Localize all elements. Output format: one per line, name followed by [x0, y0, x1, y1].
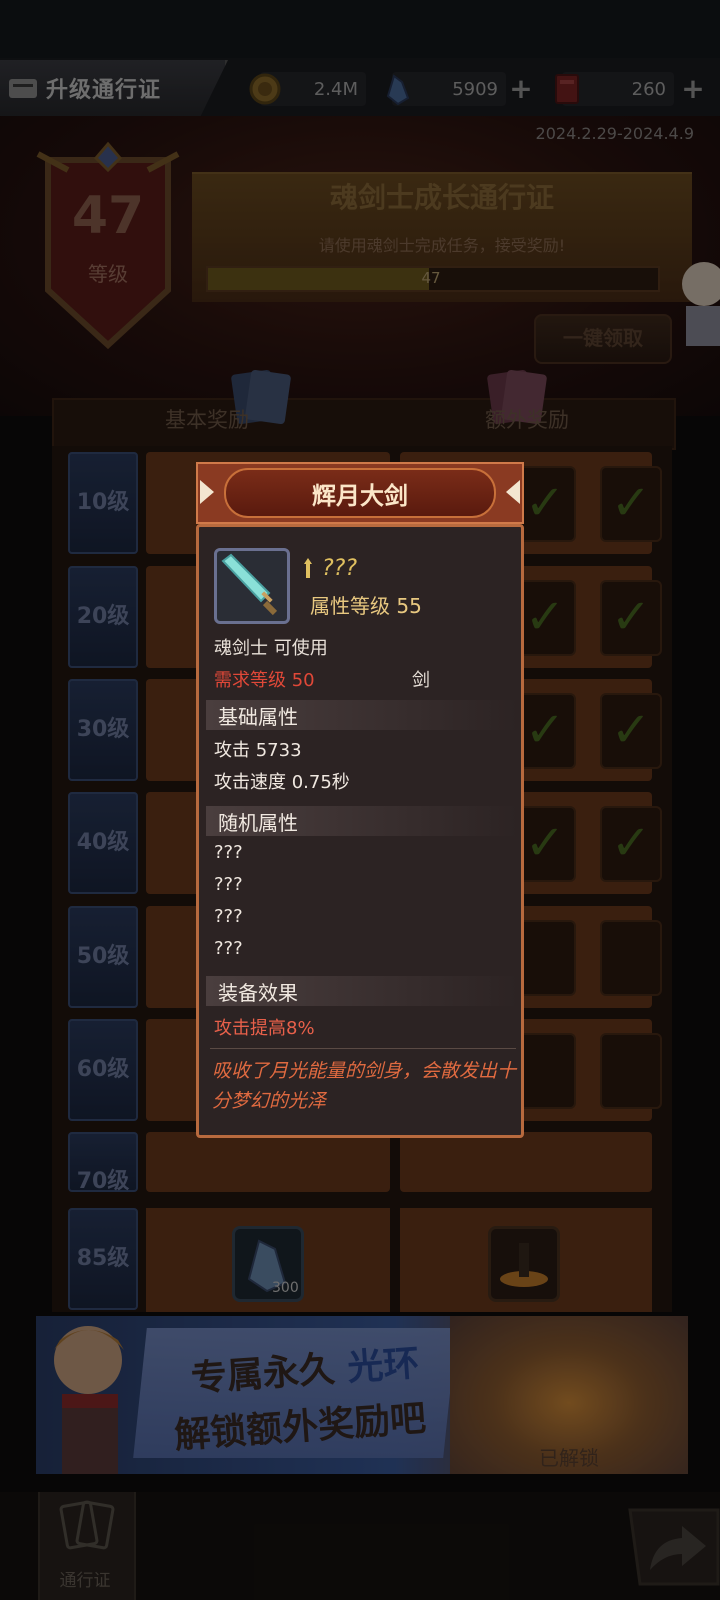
item-grade: ???	[322, 556, 358, 581]
random-attr-line: ???	[214, 938, 243, 959]
item-weapon-type: 剑	[412, 670, 430, 691]
item-description: 吸收了月光能量的剑身，会散发出十分梦幻的光泽	[212, 1060, 517, 1112]
item-name: 辉月大剑	[312, 482, 408, 510]
item-required-level: 需求等级 50	[214, 670, 315, 691]
base-attr-title: 基础属性	[218, 705, 298, 729]
base-attr-line: 攻击速度 0.75秒	[214, 772, 350, 793]
divider	[210, 1048, 516, 1049]
item-effect: 攻击提高8%	[214, 1018, 315, 1039]
base-attr-line: 攻击 5733	[214, 740, 302, 761]
random-attr-line: ???	[214, 874, 243, 895]
grade-icon	[300, 556, 316, 584]
sword-icon	[214, 548, 290, 624]
effect-title: 装备效果	[218, 981, 298, 1005]
random-attr-line: ???	[214, 906, 243, 927]
random-attr-line: ???	[214, 842, 243, 863]
item-attribute-level: 属性等级 55	[310, 594, 422, 618]
random-attr-title: 随机属性	[218, 811, 298, 835]
item-usable-by: 魂剑士 可使用	[214, 638, 328, 659]
